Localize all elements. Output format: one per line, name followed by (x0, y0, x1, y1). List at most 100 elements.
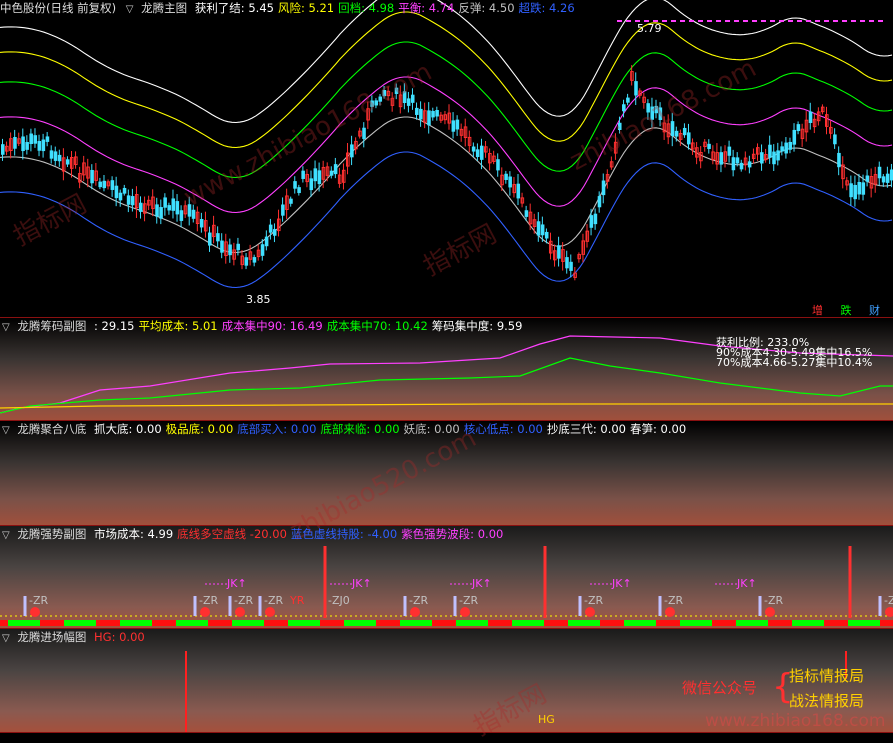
candle-body (394, 87, 399, 94)
trend-bar (544, 620, 552, 626)
trend-bar (528, 620, 536, 626)
trend-bar (584, 620, 592, 626)
entry-pane[interactable]: ▽ 龙腾进场幅图 HG: 0.00 HG 微信公众号 { 指标情报局 战法情报局… (0, 629, 893, 732)
signal-dash (743, 20, 748, 22)
candle-body (378, 96, 383, 102)
strong-indicator-name[interactable]: 龙腾强势副图 (17, 527, 86, 541)
trend-bar (336, 620, 344, 626)
chip-chart-pane[interactable]: ▽ 龙腾筹码副图 : 29.15 平均成本: 5.01 成本集中90: 16.49 成… (0, 318, 893, 420)
trend-bar (184, 620, 192, 626)
main-item-5: 超跌: 4.26 (518, 1, 575, 15)
candle-body (402, 91, 407, 104)
candle-body (646, 103, 650, 113)
chip-indicator-name[interactable]: 龙腾筹码副图 (17, 319, 86, 333)
candle-body (617, 122, 622, 130)
trend-bar (152, 620, 160, 626)
chip-chart-header: ▽ 龙腾筹码副图 : 29.15 平均成本: 5.01 成本集中90: 16.49 成… (0, 318, 530, 334)
candle-body (45, 136, 50, 142)
bottom8-indicator-name[interactable]: 龙腾聚合八底 (17, 422, 86, 436)
strong-item-2: 蓝色虚线持股: -4.00 (290, 527, 398, 541)
trend-bar (456, 620, 464, 626)
trend-bar (536, 620, 544, 626)
candle-body (264, 236, 269, 247)
collapse-arrow-icon[interactable]: ▽ (2, 631, 10, 647)
trend-bar (488, 620, 496, 626)
candle-body (544, 231, 549, 239)
candle-body (877, 166, 882, 179)
promo-right-2: 战法情报局 (789, 692, 865, 710)
candle-body (780, 146, 784, 152)
candle-body (208, 232, 212, 246)
candle-body (557, 245, 561, 259)
corner-badge-zeng[interactable]: 增 (812, 304, 823, 317)
main-chart-pane[interactable]: 中色股份(日线 前复权) ▽ 龙腾主图 获利了结: 5.45 风险: 5.21 回档… (0, 0, 893, 317)
zj-label: -ZJ0 (328, 594, 350, 607)
candle-body (565, 257, 569, 269)
candle-body (41, 139, 46, 152)
trend-bar (568, 620, 576, 626)
entry-indicator-name[interactable]: 龙腾进场幅图 (17, 630, 86, 644)
signal-dash (842, 20, 847, 22)
trend-bar (624, 620, 632, 626)
collapse-arrow-icon[interactable]: ▽ (2, 423, 10, 439)
chip-line-avg (0, 403, 893, 409)
trend-bar (432, 620, 440, 626)
zr-label: -ZR (234, 594, 254, 607)
signal-dash (662, 20, 667, 22)
corner-badge-die[interactable]: 跌 (841, 304, 852, 317)
candle-body (272, 229, 277, 236)
jk-label: JK↑ (736, 577, 757, 590)
candle-body (508, 176, 512, 188)
trend-bar (88, 620, 96, 626)
signal-dash (788, 20, 793, 22)
trend-bar (648, 620, 656, 626)
corner-badge-cai[interactable]: 财 (869, 304, 880, 317)
candle-body (451, 120, 456, 132)
chip-item-1: 平均成本: 5.01 (138, 319, 218, 333)
trend-bar (8, 620, 16, 626)
collapse-arrow-icon[interactable]: ▽ (2, 320, 10, 336)
trend-bar (608, 620, 616, 626)
strong-item-0: 市场成本: 4.99 (94, 527, 174, 541)
candle-body (350, 144, 354, 158)
trend-bar (384, 620, 392, 626)
trend-bar (96, 620, 104, 626)
signal-circle (410, 607, 420, 617)
strong-pane[interactable]: ▽ 龙腾强势副图 市场成本: 4.99 底线多空虚线 -20.00 蓝色虚线持股: … (0, 526, 893, 628)
candle-body (220, 240, 224, 253)
trend-bar (360, 620, 368, 626)
candle-body (155, 204, 159, 217)
bottom8-header: ▽ 龙腾聚合八底 抓大底: 0.00 极品底: 0.00 底部买入: 0.00 底部来… (0, 421, 694, 437)
collapse-arrow-icon[interactable]: ▽ (126, 2, 134, 18)
jk-label: JK↑ (226, 577, 247, 590)
candle-body (25, 142, 29, 150)
signal-dash (752, 20, 757, 22)
candle-body (114, 185, 119, 199)
candle-body (98, 181, 102, 188)
signal-dash (725, 20, 730, 22)
trend-bar (616, 620, 624, 626)
candle-body (281, 204, 285, 216)
main-item-4: 反弹: 4.50 (458, 1, 515, 15)
candle-body (601, 180, 606, 196)
trend-bar (0, 620, 8, 626)
candle-body (110, 180, 115, 190)
trend-bar (480, 620, 488, 626)
trend-bar (72, 620, 80, 626)
signal-dash (671, 20, 676, 22)
candle-body (650, 106, 655, 120)
bottom8-pane[interactable]: ▽ 龙腾聚合八底 抓大底: 0.00 极品底: 0.00 底部买入: 0.00 底部来… (0, 421, 893, 525)
candle-body (406, 98, 411, 106)
trend-bar (32, 620, 40, 626)
candle-body (102, 180, 107, 189)
candle-body (199, 218, 204, 228)
trend-bar (744, 620, 752, 626)
trend-bar (168, 620, 176, 626)
candle-body (175, 201, 180, 215)
collapse-arrow-icon[interactable]: ▽ (2, 528, 10, 544)
main-indicator-name[interactable]: 龙腾主图 (141, 1, 187, 15)
trend-bar (504, 620, 512, 626)
candle-body (881, 176, 886, 183)
candle-body (739, 162, 744, 170)
candlestick-chart[interactable] (0, 0, 893, 317)
